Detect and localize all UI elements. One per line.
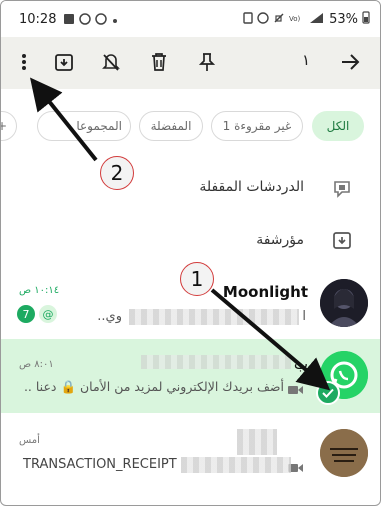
battery-level: 53% <box>329 12 358 27</box>
chat-preview: وي.. <box>97 309 122 324</box>
chat-preview: TRANSACTION_RECEIPT <box>23 457 177 472</box>
avatar <box>320 279 368 327</box>
chip-groups[interactable]: المجموعا <box>37 111 131 141</box>
unread-badge: 7 <box>17 305 35 323</box>
signal-icon <box>309 12 325 28</box>
alarm-icon <box>257 11 269 28</box>
selected-count: ١ <box>301 51 310 69</box>
back-arrow-icon <box>342 54 360 70</box>
filter-chips: + المجموعا المفضلة غير مقروءة 1 الكل <box>1 105 380 147</box>
video-icon <box>288 381 304 400</box>
back-button[interactable] <box>335 47 365 77</box>
whatsapp-notif-icon <box>79 13 91 29</box>
status-time: 10:28 <box>19 12 57 27</box>
more-options-button[interactable] <box>9 47 39 77</box>
annotation-marker-2: 2 <box>100 156 134 190</box>
selected-check-icon <box>316 381 340 405</box>
redacted-text <box>237 429 277 455</box>
add-filter-button[interactable]: + <box>1 111 17 141</box>
archived-row[interactable]: مؤرشفة <box>1 216 380 268</box>
annotation-marker-1: 1 <box>180 262 214 296</box>
redacted-text <box>129 309 299 325</box>
pin-button[interactable] <box>192 47 222 77</box>
mute-status-icon <box>273 12 285 28</box>
battery-icon <box>362 11 370 28</box>
volte-icon: Vo) <box>289 12 305 28</box>
redacted-text <box>141 355 291 369</box>
mute-icon <box>102 54 120 71</box>
svg-text:Vo): Vo) <box>289 15 301 23</box>
more-vert-icon <box>22 54 26 70</box>
redacted-text <box>181 457 291 473</box>
chat-row-selected[interactable]: ب ٨:٠١ ص أضف بريدك الإلكتروني لمزيد من ا… <box>1 339 380 413</box>
chat-time: أمس <box>19 435 40 446</box>
whatsapp-notif-icon <box>95 13 107 29</box>
chat-name: ب <box>293 355 308 373</box>
selection-toolbar: ١ <box>1 37 380 89</box>
gallery-icon <box>63 13 75 29</box>
notification-icons <box>63 13 119 29</box>
chip-all[interactable]: الكل <box>312 111 364 141</box>
chip-unread[interactable]: غير مقروءة 1 <box>211 111 303 141</box>
phone-screen: 10:28 Vo) 53% ١ المجموعا المفضلة غير مقر… <box>0 0 381 506</box>
pipe-mark: ا <box>302 309 306 324</box>
system-icons: Vo) 53% <box>243 11 370 28</box>
dot-icon <box>111 14 119 29</box>
archive-icon <box>55 54 73 71</box>
chat-row[interactable]: أمس TRANSACTION_RECEIPT <box>1 415 380 495</box>
archive-button[interactable] <box>49 47 79 77</box>
delete-button[interactable] <box>144 47 174 77</box>
archived-label: مؤرشفة <box>256 232 304 248</box>
delete-icon <box>152 53 166 71</box>
archive-box-icon <box>332 230 352 254</box>
pin-icon <box>199 53 215 71</box>
locked-chats-row[interactable]: الدردشات المقفلة <box>1 163 380 215</box>
mention-badge: @ <box>39 305 57 323</box>
locked-chat-icon <box>332 177 352 203</box>
chat-name: Moonlight <box>222 283 308 301</box>
chat-time: ٨:٠١ ص <box>19 359 54 370</box>
mute-button[interactable] <box>96 47 126 77</box>
battery-saver-icon <box>243 11 253 28</box>
chat-preview: أضف بريدك الإلكتروني لمزيد من الأمان 🔒 د… <box>23 379 284 394</box>
chat-time: ١٠:١٤ ص <box>19 285 60 296</box>
chip-favorites[interactable]: المفضلة <box>139 111 203 141</box>
avatar <box>320 429 368 477</box>
locked-chats-label: الدردشات المقفلة <box>199 179 304 195</box>
status-bar: 10:28 Vo) 53% <box>1 1 380 37</box>
